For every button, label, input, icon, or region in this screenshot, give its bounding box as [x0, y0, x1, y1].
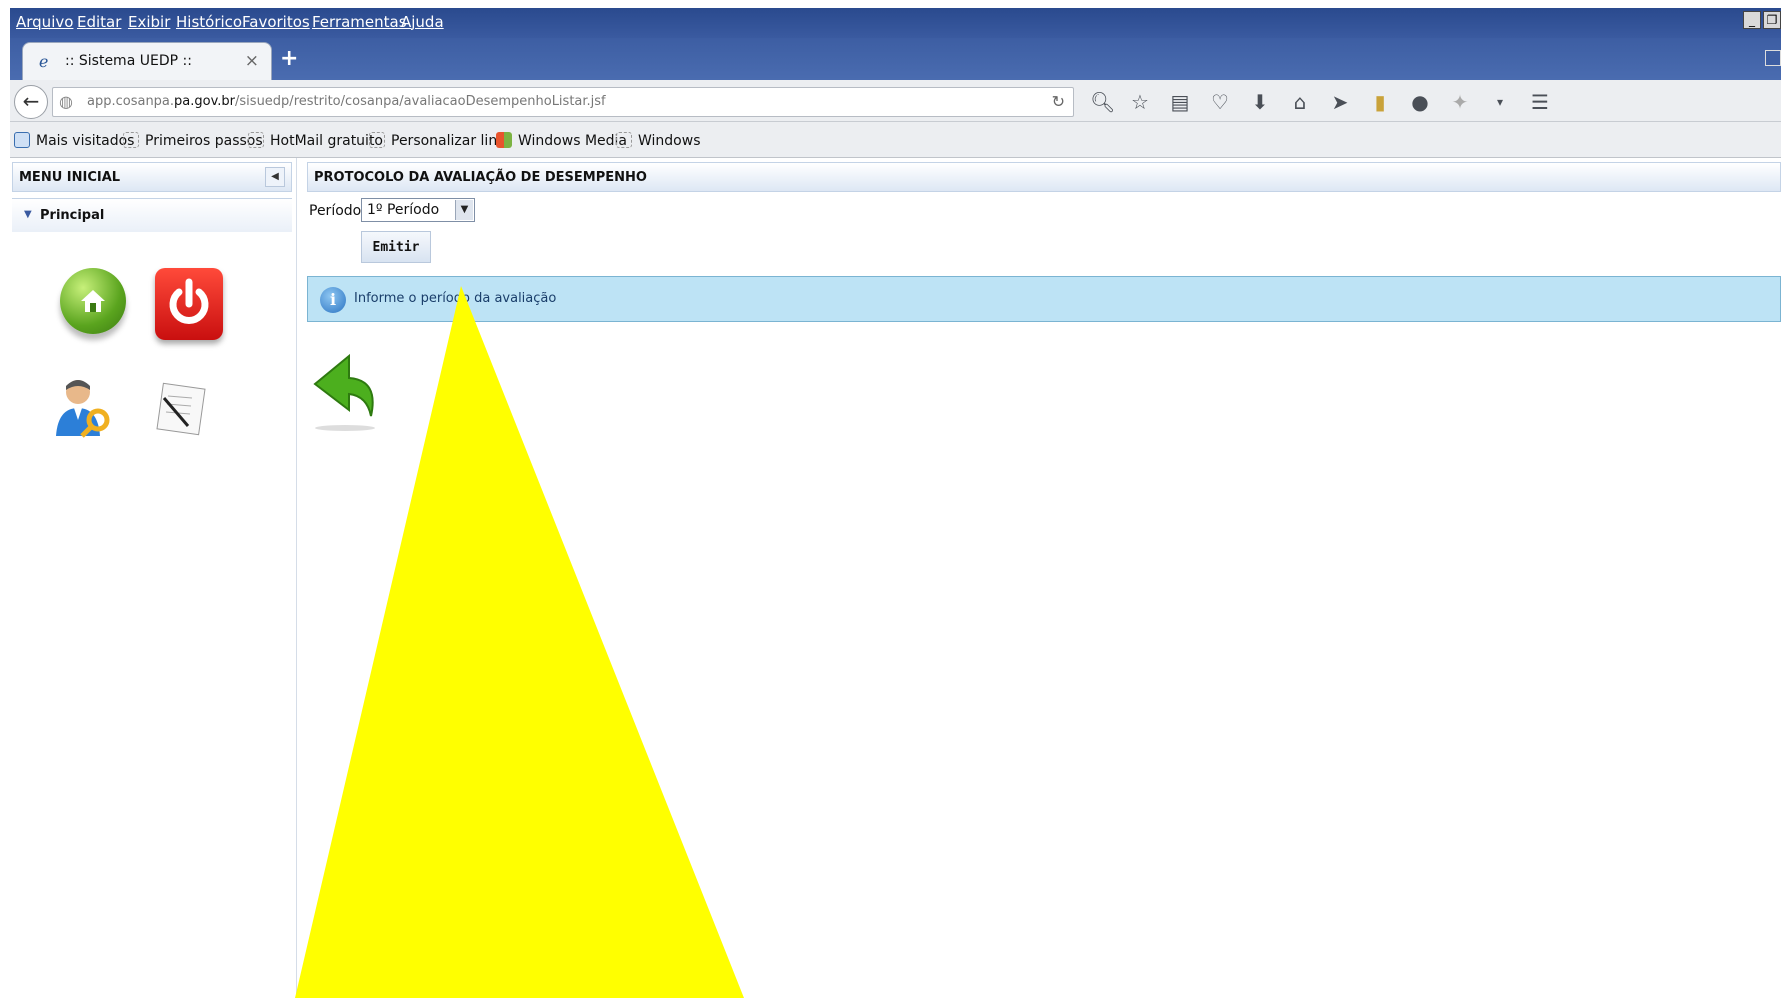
bookmark-mais-visitados[interactable]: Mais visitados — [14, 132, 134, 149]
bookmark-windows-media[interactable]: Windows Media — [496, 132, 627, 149]
url-bar[interactable]: ◍ app.cosanpa.pa.gov.br/sisuedp/restrito… — [52, 87, 1074, 117]
navigation-bar: ← ◍ app.cosanpa.pa.gov.br/sisuedp/restri… — [10, 80, 1781, 122]
star-icon[interactable]: ☆ — [1130, 90, 1150, 114]
tab-groups-icon[interactable] — [1765, 50, 1781, 66]
menu-ajuda[interactable]: Ajuda — [401, 13, 444, 31]
power-logout-icon[interactable] — [155, 268, 223, 340]
home-button-icon[interactable] — [60, 268, 126, 334]
windows-logo-icon — [496, 132, 512, 148]
back-button[interactable]: ← — [14, 85, 48, 119]
menu-historico[interactable]: Histórico — [176, 13, 242, 31]
back-arrow-icon[interactable] — [309, 350, 381, 434]
user-key-icon[interactable] — [52, 376, 112, 438]
menu-arquivo[interactable]: Arquivo — [16, 13, 73, 31]
emitir-button[interactable]: Emitir — [361, 231, 431, 263]
download-icon[interactable]: ⬇ — [1250, 90, 1270, 114]
search-dropdown-icon[interactable]: 🔍︎ — [1090, 90, 1115, 114]
menu-bar: Arquivo Editar Exibir Histórico Favorito… — [10, 8, 1781, 38]
page-title: PROTOCOLO DA AVALIAÇÃO DE DESEMPENHO — [314, 170, 647, 185]
close-icon[interactable]: × — [245, 51, 259, 71]
back-arrow-icon: ← — [22, 89, 40, 113]
periodo-selected-value: 1º Período — [367, 202, 440, 218]
page-icon — [248, 132, 264, 148]
bookmarks-bar: Mais visitados Primeiros passos HotMail … — [10, 122, 1781, 158]
power-symbol-icon — [169, 278, 209, 324]
send-icon[interactable]: ➤ — [1330, 90, 1350, 114]
tab-sistema-uedp[interactable]: ℯ :: Sistema UEDP :: × — [22, 42, 272, 80]
sidebar: MENU INICIAL ◀ ▼ Principal — [10, 158, 297, 998]
overflow-icon[interactable]: ▾ — [1490, 95, 1510, 109]
main-panel: PROTOCOLO DA AVALIAÇÃO DE DESEMPENHO Per… — [307, 158, 1781, 998]
menu-exibir[interactable]: Exibir — [128, 13, 170, 31]
info-icon: i — [320, 287, 346, 313]
bookmark-icon[interactable]: ▮ — [1370, 90, 1390, 114]
caret-down-icon: ▼ — [24, 209, 32, 220]
page-icon — [369, 132, 385, 148]
search-bookmark-icon — [14, 132, 30, 148]
browser-window: Arquivo Editar Exibir Histórico Favorito… — [10, 8, 1781, 998]
page-icon — [616, 132, 632, 148]
sidebar-header: MENU INICIAL ◀ — [12, 162, 292, 192]
new-tab-button[interactable]: + — [280, 46, 298, 71]
dropdown-arrow-icon[interactable]: ▼ — [455, 200, 473, 220]
tab-strip: ℯ :: Sistema UEDP :: × + — [10, 38, 1781, 80]
menu-favoritos[interactable]: Favoritos — [242, 13, 310, 31]
restore-icon[interactable]: ❐ — [1763, 11, 1781, 29]
hamburger-menu-icon[interactable]: ☰ — [1530, 90, 1550, 114]
toolbar-icons: 🔍︎ ☆ ▤ ♡ ⬇ ⌂ ➤ ▮ ● ✦ ▾ ☰ — [1090, 90, 1550, 114]
reload-icon[interactable]: ↻ — [1052, 92, 1065, 111]
periodo-label: Período: — [309, 203, 366, 219]
home-icon[interactable]: ⌂ — [1290, 90, 1310, 114]
reading-list-icon[interactable]: ▤ — [1170, 90, 1190, 114]
panel-header: PROTOCOLO DA AVALIAÇÃO DE DESEMPENHO — [307, 162, 1781, 192]
house-icon — [81, 290, 105, 312]
menu-ferramentas[interactable]: Ferramentas — [312, 13, 407, 31]
menu-editar[interactable]: Editar — [77, 13, 121, 31]
evaluation-document-icon[interactable] — [152, 380, 208, 436]
section-label: Principal — [40, 208, 105, 223]
page-icon — [123, 132, 139, 148]
minimize-icon[interactable]: _ — [1743, 11, 1761, 29]
globe-icon: ◍ — [59, 92, 73, 111]
window-controls: _ ❐ — [1743, 11, 1781, 29]
tab-title: :: Sistema UEDP :: — [65, 53, 192, 69]
bookmark-windows[interactable]: Windows — [616, 132, 701, 149]
info-text: Informe o período da avaliação — [354, 291, 557, 306]
ie-favicon-icon: ℯ — [39, 52, 49, 71]
url-text: app.cosanpa.pa.gov.br/sisuedp/restrito/c… — [87, 94, 606, 109]
bookmark-primeiros-passos[interactable]: Primeiros passos — [123, 132, 263, 149]
pocket-icon[interactable]: ♡ — [1210, 90, 1230, 114]
bookmark-personalizar-links[interactable]: Personalizar links — [369, 132, 513, 149]
bookmark-hotmail[interactable]: HotMail gratuito — [248, 132, 383, 149]
section-principal[interactable]: ▼ Principal — [12, 198, 292, 232]
chat-icon[interactable]: ● — [1410, 90, 1430, 114]
periodo-select[interactable]: 1º Período ▼ — [361, 198, 475, 222]
collapse-left-icon[interactable]: ◀ — [265, 167, 285, 187]
addon-icon[interactable]: ✦ — [1450, 90, 1470, 114]
info-message: i Informe o período da avaliação — [307, 276, 1781, 322]
sidebar-title: MENU INICIAL — [19, 170, 121, 185]
